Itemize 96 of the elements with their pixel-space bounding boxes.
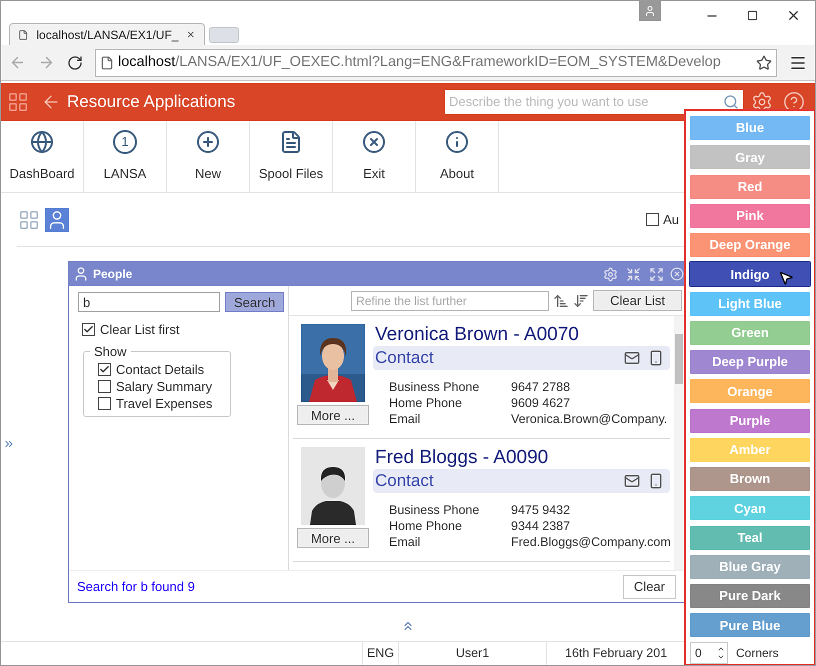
- field-value: 9647 2788: [511, 379, 570, 394]
- sort-ascending-icon[interactable]: [553, 292, 570, 308]
- toolbar-button[interactable]: DashBoard: [1, 121, 84, 192]
- field-label: Business Phone: [389, 502, 480, 517]
- clear-button[interactable]: Clear: [622, 574, 676, 598]
- profile-button[interactable]: [639, 1, 661, 21]
- color-option[interactable]: Blue Gray: [690, 554, 810, 579]
- browser-tab[interactable]: localhost/LANSA/EX1/UF_: [9, 23, 205, 45]
- bookmark-icon[interactable]: [756, 54, 772, 70]
- phone-icon[interactable]: [648, 473, 664, 489]
- more-button[interactable]: More ...: [297, 405, 369, 425]
- color-option[interactable]: Pink: [690, 204, 810, 228]
- app-title: Resource Applications: [67, 91, 236, 114]
- clear-list-button[interactable]: Clear List: [593, 290, 682, 311]
- person-name: Veronica Brown - A0070: [375, 324, 580, 346]
- checkbox[interactable]: [98, 397, 111, 410]
- field-label: Home Phone: [389, 395, 463, 410]
- checkbox-label: Salary Summary: [116, 378, 212, 396]
- toolbar-button[interactable]: Spool Files: [250, 121, 333, 192]
- color-option[interactable]: Green: [690, 320, 810, 345]
- toolbar-button[interactable]: New: [167, 121, 250, 192]
- spinner-label: Corners: [736, 644, 779, 662]
- checkbox-label: Clear List first: [100, 321, 180, 339]
- field-value: Fred.Bloggs@Company.com: [511, 534, 671, 549]
- field-label: Business Phone: [389, 379, 480, 394]
- checkbox[interactable]: [646, 213, 660, 226]
- checkbox[interactable]: [98, 380, 111, 393]
- color-option[interactable]: Pure Blue: [690, 613, 810, 638]
- number-icon: 1: [113, 130, 137, 154]
- page-icon: [18, 28, 28, 40]
- expand-icon[interactable]: [3, 438, 15, 450]
- search-field[interactable]: Describe the thing you want to use: [445, 90, 743, 114]
- section-header: Contact: [373, 346, 670, 370]
- panel-title: People: [93, 266, 132, 283]
- field-value: 9475 9432: [511, 502, 570, 517]
- search-input[interactable]: b: [78, 292, 220, 312]
- globe-icon: [30, 130, 54, 154]
- info-icon: [445, 130, 469, 154]
- search-status: Search for b found 9: [77, 578, 195, 596]
- person-view-button[interactable]: [45, 208, 69, 232]
- sort-descending-icon[interactable]: [573, 292, 590, 308]
- field-value: 9609 4627: [511, 395, 570, 410]
- color-option[interactable]: Indigo: [690, 262, 810, 286]
- toolbar-button[interactable]: About: [416, 121, 499, 192]
- person-name: Fred Bloggs - A0090: [375, 447, 550, 469]
- toolbar-button[interactable]: 1 LANSA: [84, 121, 167, 192]
- color-option[interactable]: Pure Dark: [690, 584, 810, 608]
- color-option[interactable]: Blue: [690, 116, 810, 140]
- document-icon: [279, 130, 303, 154]
- search-icon[interactable]: [723, 94, 739, 110]
- phone-icon[interactable]: [648, 350, 664, 366]
- address-bar[interactable]: localhost/LANSA/EX1/UF_OEXEC.html?Lang=ENG&FrameworkID=EOM_SYSTEM&Develop: [95, 48, 777, 76]
- more-button[interactable]: More ...: [297, 528, 369, 548]
- reload-icon[interactable]: [67, 54, 83, 70]
- expand-icon[interactable]: [649, 266, 664, 282]
- color-option[interactable]: Deep Purple: [690, 350, 810, 374]
- page-icon: [100, 56, 114, 70]
- color-option[interactable]: Purple: [690, 408, 810, 432]
- corners-spinner[interactable]: 0: [690, 642, 728, 664]
- section-header: Contact: [373, 469, 670, 493]
- plus-icon: [196, 130, 220, 154]
- checkbox[interactable]: [82, 323, 95, 336]
- color-option[interactable]: Gray: [690, 145, 810, 170]
- field-label: Email: [389, 411, 422, 426]
- field-label: Email: [389, 534, 422, 549]
- color-option[interactable]: Deep Orange: [690, 233, 810, 257]
- user-icon: [644, 5, 656, 17]
- person-icon: [73, 266, 89, 282]
- refine-field[interactable]: Refine the list further: [351, 290, 550, 310]
- search-button[interactable]: Search: [225, 292, 284, 312]
- checkbox-label: Contact Details: [116, 360, 204, 379]
- scrollbar[interactable]: [674, 316, 684, 570]
- checkbox-label: Au: [663, 210, 679, 229]
- url-text: localhost/LANSA/EX1/UF_OEXEC.html?Lang=ENG&FrameworkID=EOM_SYSTEM&Develop: [118, 52, 721, 72]
- close-icon[interactable]: [186, 29, 196, 40]
- color-option[interactable]: Teal: [690, 526, 810, 550]
- color-option[interactable]: Brown: [690, 467, 810, 491]
- color-option[interactable]: Red: [690, 174, 810, 198]
- tab-title: localhost/LANSA/EX1/UF_: [36, 26, 178, 44]
- checkbox[interactable]: [98, 363, 111, 376]
- field-value: Veronica.Brown@Company.: [511, 411, 668, 426]
- field-label: Home Phone: [389, 518, 463, 533]
- collapse-icon[interactable]: [626, 266, 641, 282]
- status-text: ENG: [362, 642, 398, 665]
- close-icon[interactable]: [786, 8, 801, 23]
- field-value: 9344 2387: [511, 518, 570, 533]
- mouse-cursor-icon: [778, 270, 794, 286]
- settings-icon[interactable]: [603, 266, 618, 282]
- status-text: User1: [398, 642, 546, 665]
- mail-icon[interactable]: [624, 473, 640, 489]
- close-icon: [362, 130, 386, 154]
- color-option[interactable]: Light Blue: [690, 292, 810, 316]
- mail-icon[interactable]: [624, 350, 640, 366]
- checkbox-label: Travel Expenses: [116, 394, 212, 413]
- maximize-icon[interactable]: [747, 10, 758, 21]
- toolbar-button[interactable]: Exit: [333, 121, 416, 192]
